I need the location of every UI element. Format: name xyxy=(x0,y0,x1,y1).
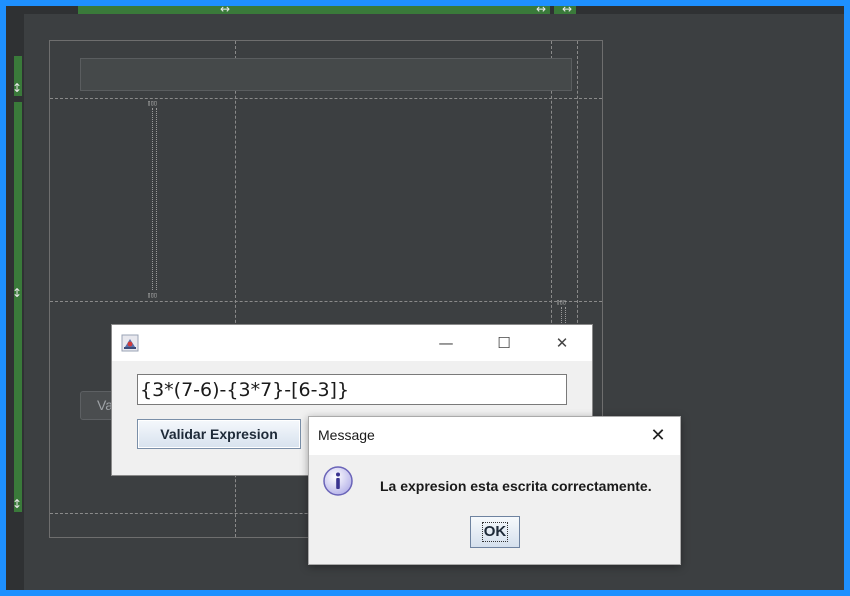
resize-vertical-icon[interactable]: ↕ xyxy=(12,287,22,299)
vertical-spacer[interactable]: ▯▯▯ ▯▯▯ xyxy=(147,100,158,299)
designer-button-preview[interactable]: Va xyxy=(80,391,114,420)
expression-input[interactable] xyxy=(137,374,567,405)
ok-button[interactable]: OK xyxy=(470,516,520,548)
message-dialog: Message ✕ La expresion esta escrita corr… xyxy=(308,416,681,565)
resize-horizontal-icon[interactable]: ↔ xyxy=(220,3,230,15)
close-icon[interactable]: ✕ xyxy=(550,331,574,355)
grid-row-line xyxy=(50,98,602,99)
column-anchor-bar[interactable] xyxy=(78,6,550,14)
spacer-handle-bottom[interactable]: ▯▯▯ xyxy=(147,292,158,299)
dialog-title-bar[interactable]: Message ✕ xyxy=(309,417,680,455)
resize-vertical-icon[interactable]: ↕ xyxy=(12,498,22,510)
resize-horizontal-icon[interactable]: ↔ xyxy=(562,3,572,15)
ok-button-label: OK xyxy=(481,522,509,542)
spacer-handle-top[interactable]: ▯▯▯ xyxy=(147,100,158,107)
maximize-icon[interactable]: ☐ xyxy=(492,331,516,355)
validate-expression-button[interactable]: Validar Expresion xyxy=(137,419,301,449)
spacer-coil xyxy=(152,108,157,290)
resize-horizontal-icon[interactable]: ↔ xyxy=(536,3,546,15)
close-icon[interactable]: ✕ xyxy=(646,424,670,448)
minimize-icon[interactable]: — xyxy=(434,331,458,355)
grid-row-line xyxy=(50,301,602,302)
info-icon xyxy=(323,466,353,496)
row-anchor-bar[interactable] xyxy=(14,102,22,512)
app-title-bar[interactable]: — ☐ ✕ xyxy=(112,325,592,361)
resize-vertical-icon[interactable]: ↕ xyxy=(12,82,22,94)
java-app-icon xyxy=(121,334,139,352)
dialog-message: La expresion esta escrita correctamente. xyxy=(380,478,652,494)
dialog-title: Message xyxy=(318,427,375,443)
spacer-handle-top[interactable]: ▯▯▯ xyxy=(556,299,567,306)
text-field-placeholder[interactable] xyxy=(80,58,572,91)
